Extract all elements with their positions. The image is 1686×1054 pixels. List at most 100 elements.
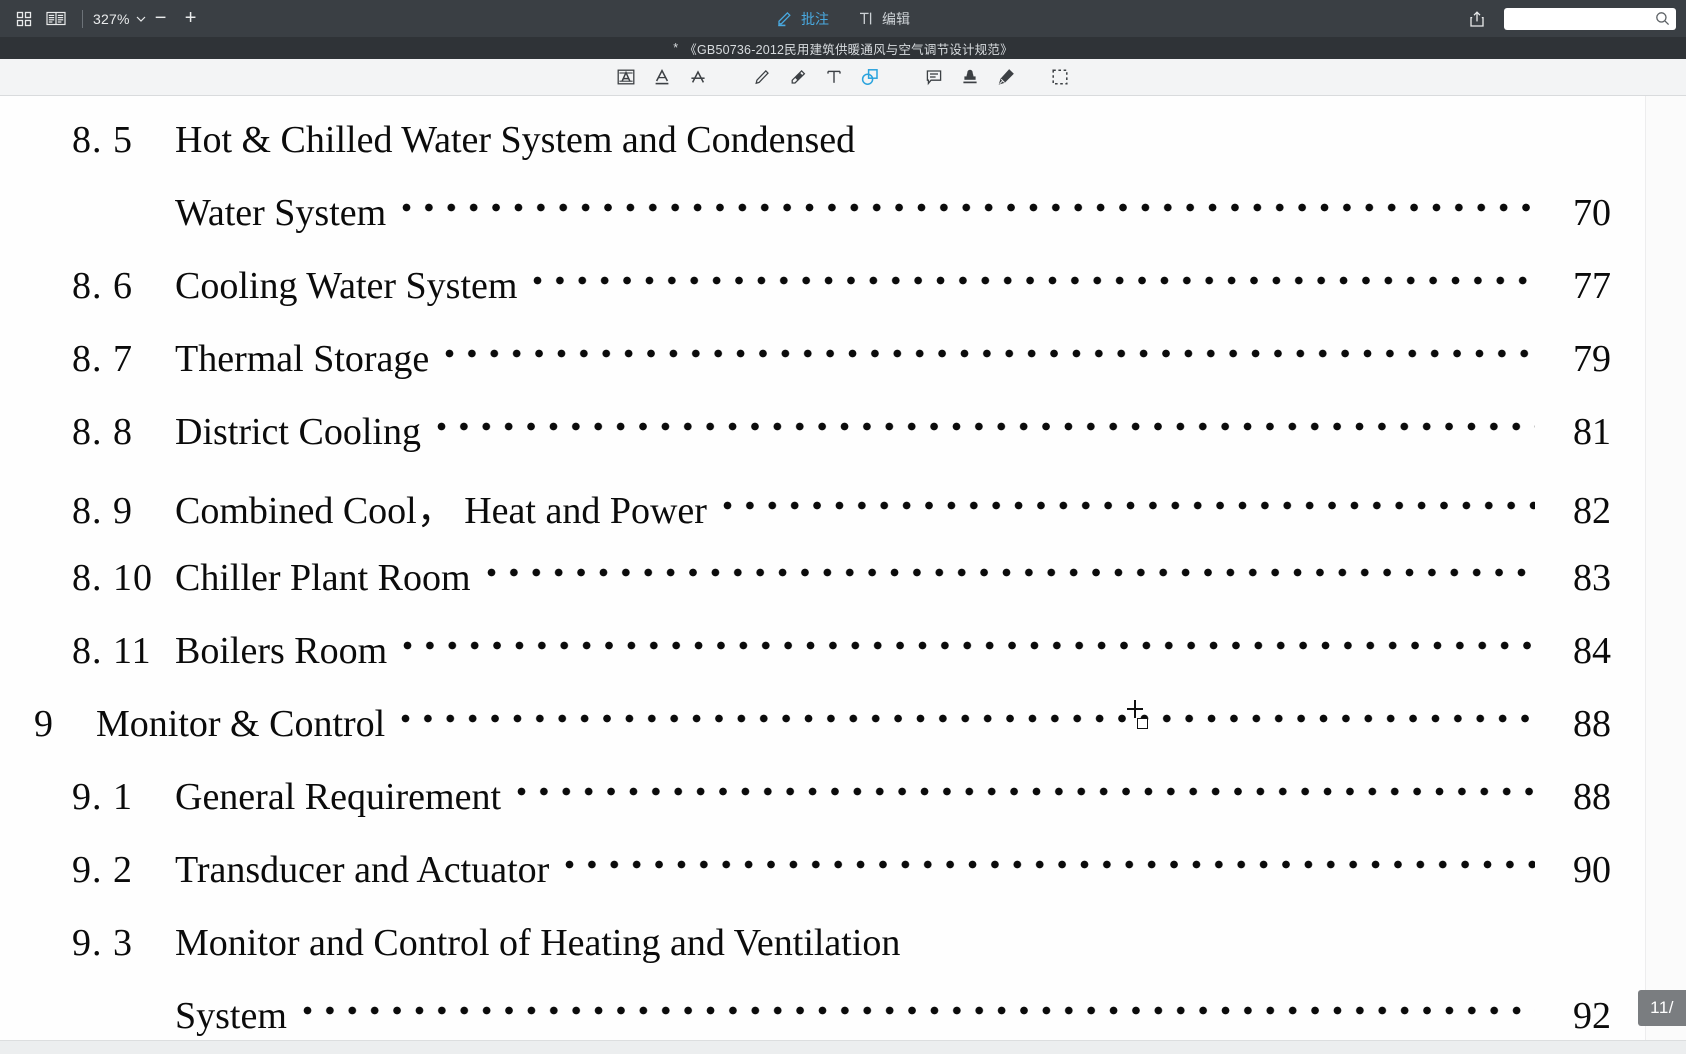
strikethrough-a-icon[interactable]: [680, 62, 716, 92]
toc-entry-number: 9. 2: [72, 849, 133, 891]
underline-a-icon[interactable]: [644, 62, 680, 92]
document-title-bar: * 《GB50736-2012民用建筑供暖通风与空气调节设计规范》: [0, 37, 1686, 59]
zoom-level-value: 327%: [93, 10, 130, 27]
toc-dot-leader: [302, 990, 1535, 1028]
top-toolbar-right-group: [1462, 0, 1676, 37]
dashed-selection-icon[interactable]: [1042, 62, 1078, 92]
stamp-icon[interactable]: [952, 62, 988, 92]
toolbar-divider: [82, 9, 83, 28]
toc-dot-leader: [403, 625, 1535, 663]
comment-bubble-icon[interactable]: [916, 62, 952, 92]
toc-entry-number: 8. 11: [72, 630, 152, 672]
toc-row[interactable]: 8. 11 Boilers Room 84: [0, 625, 1645, 698]
highlight-a-icon[interactable]: [608, 62, 644, 92]
toc-entry-number: 9: [34, 703, 54, 745]
share-icon[interactable]: [1462, 5, 1492, 33]
grid-view-icon[interactable]: [8, 5, 40, 33]
toc-row[interactable]: 8. 6 Cooling Water System 77: [0, 260, 1645, 333]
toc-dot-leader: [722, 485, 1535, 523]
mode-edit-label: 编辑: [882, 10, 910, 27]
mode-annotate[interactable]: 批注: [776, 9, 829, 29]
toc-entry-number: 8. 9: [72, 490, 133, 532]
toc-row[interactable]: 8. 10 Chiller Plant Room 83: [0, 552, 1645, 625]
mode-edit[interactable]: 编辑: [857, 9, 910, 29]
toc-entry-title: Chiller Plant Room: [175, 557, 471, 599]
search-icon[interactable]: [1655, 11, 1670, 26]
toc-entry-title: Water System: [175, 192, 387, 234]
toc-row[interactable]: 8. 7 Thermal Storage 79: [0, 333, 1645, 406]
document-title: 《GB50736-2012民用建筑供暖通风与空气调节设计规范》: [684, 42, 1013, 57]
toc-entry-title: Combined Cool， Heat and Power: [175, 490, 707, 532]
toc-row[interactable]: 8. 9 Combined Cool， Heat and Power 82: [0, 479, 1645, 552]
toc-page-number: 82: [1573, 490, 1611, 532]
toc-row[interactable]: 9. 3 Monitor and Control of Heating and V…: [0, 917, 1645, 990]
top-toolbar: 327% − + 批注 编辑: [0, 0, 1686, 37]
chevron-down-icon[interactable]: [136, 16, 146, 22]
toc-entry-number: 8. 10: [72, 557, 153, 599]
pdf-page: 8. 5 Hot & Chilled Water System and Conde…: [0, 96, 1645, 1054]
zoom-control[interactable]: 327%: [93, 11, 146, 27]
toc-page-number: 90: [1573, 849, 1611, 891]
toc-entry-title: Cooling Water System: [175, 265, 518, 307]
toc-entry-number: 8. 8: [72, 411, 133, 453]
toc-entry-title: District Cooling: [175, 411, 421, 453]
annotation-tool-group: [608, 62, 1078, 92]
toc-entry-number: 8. 5: [72, 119, 133, 161]
mode-annotate-label: 批注: [801, 10, 829, 27]
toc-page-number: 88: [1573, 776, 1611, 818]
toc-entry-title: General Requirement: [175, 776, 502, 818]
toc-dot-leader: [436, 406, 1535, 444]
toc-page-number: 83: [1573, 557, 1611, 599]
toc-entry-title: Monitor & Control: [96, 703, 386, 745]
shapes-icon[interactable]: [852, 62, 888, 92]
toc-entry-title: Thermal Storage: [175, 338, 430, 380]
document-viewport[interactable]: 8. 5 Hot & Chilled Water System and Conde…: [0, 96, 1686, 1054]
text-t-icon[interactable]: [816, 62, 852, 92]
annotation-toolbar: [0, 59, 1686, 96]
page-indicator-badge: 11/: [1638, 990, 1686, 1026]
eraser-icon[interactable]: [780, 62, 816, 92]
toc-entry-number: 9. 1: [72, 776, 133, 818]
toc-page-number: 70: [1573, 192, 1611, 234]
toc-row[interactable]: 8. 5 Hot & Chilled Water System and Conde…: [0, 114, 1645, 187]
toc-row[interactable]: 8. 8 District Cooling 81: [0, 406, 1645, 479]
toc-entry-number: 8. 6: [72, 265, 133, 307]
fountain-pen-icon[interactable]: [988, 62, 1024, 92]
toc-entry-title: Hot & Chilled Water System and Condensed: [175, 119, 856, 161]
toc-dot-leader: [533, 260, 1535, 298]
toc-page-number: 88: [1573, 703, 1611, 745]
toc-dot-leader: [916, 917, 1535, 955]
toc-dot-leader: [402, 187, 1535, 225]
toc-page-number: 92: [1573, 995, 1611, 1037]
mode-switch-group: 批注 编辑: [0, 0, 1686, 37]
toc-entry-title: Boilers Room: [175, 630, 388, 672]
toc-dot-leader: [565, 844, 1535, 882]
toc-row[interactable]: 9. 1 General Requirement 88: [0, 771, 1645, 844]
toc-entry-title: Transducer and Actuator: [175, 849, 550, 891]
toc-row[interactable]: Water System 70: [0, 187, 1645, 260]
book-view-icon[interactable]: [40, 5, 72, 33]
toc-entry-title: Monitor and Control of Heating and Venti…: [175, 922, 901, 964]
toc-dot-leader: [486, 552, 1535, 590]
toc-entry-title: System: [175, 995, 287, 1037]
search-input[interactable]: [1510, 11, 1652, 26]
search-box[interactable]: [1504, 7, 1676, 30]
toc-entry-number: 8. 7: [72, 338, 133, 380]
zoom-out-button[interactable]: −: [146, 5, 176, 33]
toc-page-number: 77: [1573, 265, 1611, 307]
bottom-strip: [0, 1040, 1686, 1054]
toc-page-number: 84: [1573, 630, 1611, 672]
zoom-in-button[interactable]: +: [176, 5, 206, 33]
modified-indicator: *: [673, 41, 679, 55]
toc-dot-leader: [445, 333, 1535, 371]
table-of-contents: 8. 5 Hot & Chilled Water System and Conde…: [0, 96, 1645, 1054]
toc-page-number: 79: [1573, 338, 1611, 380]
toc-row[interactable]: 9 Monitor & Control 88: [0, 698, 1645, 771]
top-toolbar-left-group: 327% − +: [0, 0, 206, 37]
toc-page-number: 81: [1573, 411, 1611, 453]
toc-row[interactable]: 9. 2 Transducer and Actuator 90: [0, 844, 1645, 917]
page-right-gutter: [1645, 96, 1686, 1054]
highlighter-icon: [776, 10, 793, 27]
toc-dot-leader: [517, 771, 1535, 809]
pencil-icon[interactable]: [744, 62, 780, 92]
